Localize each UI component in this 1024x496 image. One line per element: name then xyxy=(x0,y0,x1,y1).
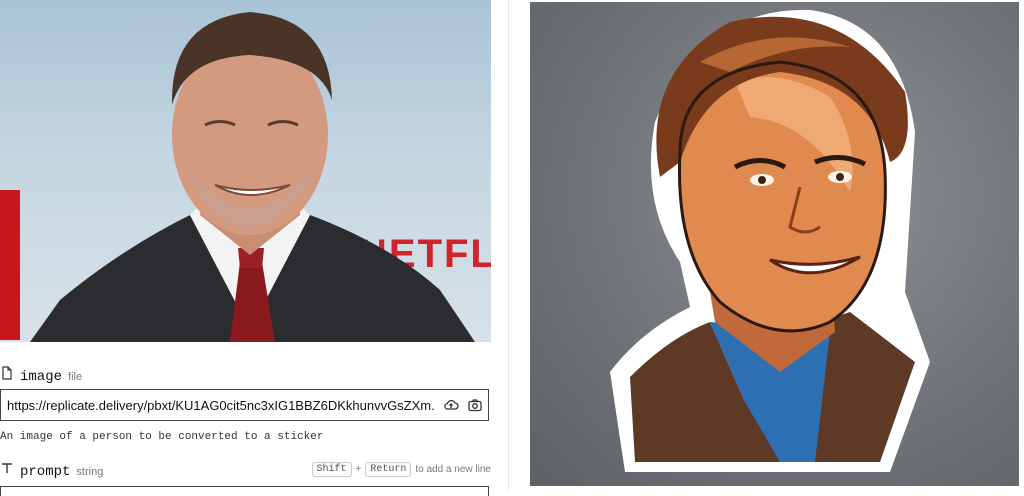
sticker-illustration xyxy=(610,9,930,472)
cloud-upload-icon[interactable] xyxy=(443,397,459,413)
file-icon xyxy=(2,366,12,380)
text-type-icon xyxy=(2,463,12,473)
newline-hint: Shift + Return to add a new line xyxy=(311,462,491,477)
panel-divider xyxy=(508,0,509,491)
prompt-field-type: string xyxy=(76,466,104,478)
image-field-type: file xyxy=(68,371,83,383)
shift-key: Shift xyxy=(311,462,352,477)
camera-icon[interactable] xyxy=(467,397,483,413)
image-field-description: An image of a person to be converted to … xyxy=(0,431,324,443)
hint-plus: + xyxy=(355,464,362,475)
output-sticker-image xyxy=(530,2,1019,486)
image-field-label: image xyxy=(20,369,63,385)
prompt-input[interactable] xyxy=(0,486,489,496)
input-panel: NETFL image file https://replicate.deliv… xyxy=(0,0,495,496)
return-key: Return xyxy=(365,462,412,477)
image-url-value[interactable]: https://replicate.delivery/pbxt/KU1AG0ci… xyxy=(7,398,435,413)
prompt-field-label-row: prompt string xyxy=(0,461,103,480)
input-photo: NETFL xyxy=(0,0,491,342)
person-photo-illustration xyxy=(30,12,475,342)
prompt-field-label: prompt xyxy=(20,464,71,480)
hint-text: to add a new line xyxy=(415,464,491,475)
image-field-label-row: image file xyxy=(0,366,82,385)
image-url-input[interactable]: https://replicate.delivery/pbxt/KU1AG0ci… xyxy=(0,389,489,421)
